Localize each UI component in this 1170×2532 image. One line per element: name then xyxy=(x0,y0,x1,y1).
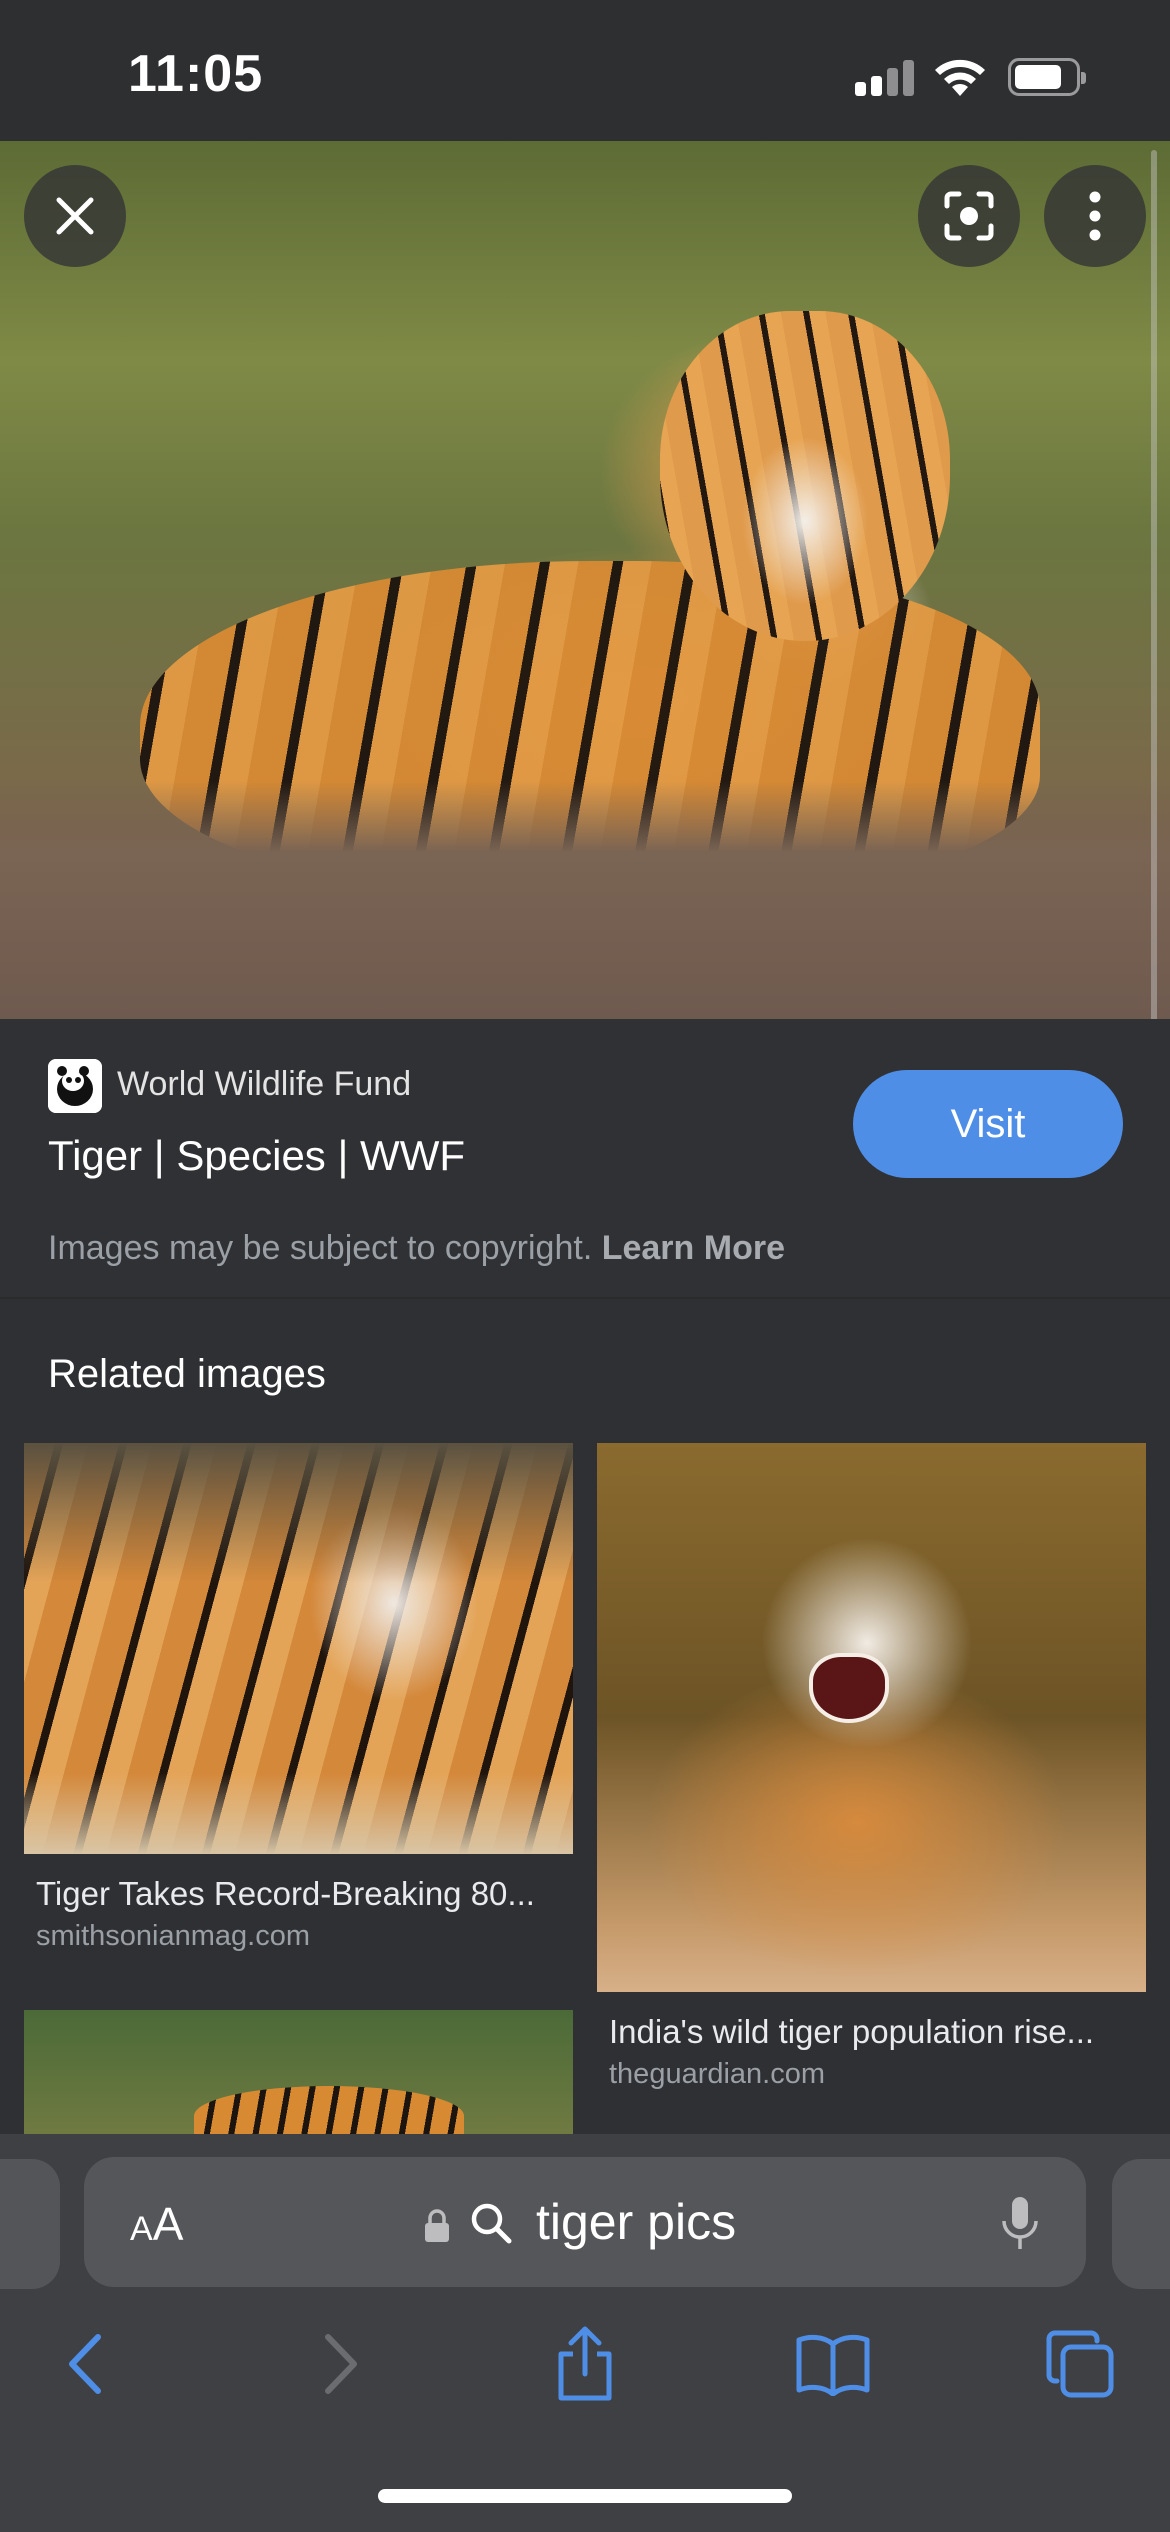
share-button[interactable] xyxy=(535,2314,635,2414)
source-site-name: World Wildlife Fund xyxy=(117,1065,412,1103)
tabs-icon xyxy=(1046,2330,1114,2398)
learn-more-link[interactable]: Learn More xyxy=(602,1229,785,1267)
address-bar[interactable]: AA tiger pics xyxy=(84,2157,1086,2287)
tabs-button[interactable] xyxy=(1030,2314,1130,2414)
microphone-icon[interactable] xyxy=(1000,2195,1040,2253)
status-time: 11:05 xyxy=(128,45,264,103)
copyright-notice: Images may be subject to copyright. Lear… xyxy=(48,1229,785,1268)
share-icon xyxy=(558,2326,612,2401)
related-image-2[interactable] xyxy=(597,1443,1146,1992)
related-image-3[interactable] xyxy=(24,2010,573,2134)
chevron-left-icon xyxy=(69,2334,101,2394)
cellular-signal-icon xyxy=(855,60,915,96)
search-icon xyxy=(471,2203,512,2244)
previous-tab-preview[interactable] xyxy=(0,2159,60,2289)
close-button[interactable] xyxy=(24,165,126,267)
related-caption-2[interactable]: India's wild tiger population rise... xyxy=(609,2013,1139,2051)
more-options-button[interactable] xyxy=(1044,165,1146,267)
status-bar: 11:05 xyxy=(0,0,1170,141)
text-size-button[interactable]: AA xyxy=(130,2197,183,2251)
book-icon xyxy=(796,2334,870,2396)
related-caption-1[interactable]: Tiger Takes Record-Breaking 80... xyxy=(36,1875,566,1913)
copyright-text: Images may be subject to copyright. xyxy=(48,1229,593,1267)
related-image-1[interactable] xyxy=(24,1443,573,1854)
wifi-icon xyxy=(935,59,985,96)
browser-toolbar: AA tiger pics xyxy=(0,2134,1170,2532)
forward-button[interactable] xyxy=(290,2314,390,2414)
back-button[interactable] xyxy=(36,2314,136,2414)
lens-icon xyxy=(944,191,994,241)
close-icon xyxy=(56,197,94,235)
visit-button[interactable]: Visit xyxy=(853,1070,1123,1178)
related-images-heading: Related images xyxy=(48,1352,326,1396)
lens-search-button[interactable] xyxy=(918,165,1020,267)
bookmarks-button[interactable] xyxy=(783,2314,883,2414)
more-vertical-icon xyxy=(1089,191,1101,241)
home-indicator[interactable] xyxy=(378,2489,792,2503)
chevron-right-icon xyxy=(325,2334,357,2394)
lock-icon xyxy=(425,2209,449,2242)
scrollbar[interactable] xyxy=(1151,150,1157,1090)
battery-icon xyxy=(1008,58,1086,96)
search-query[interactable]: tiger pics xyxy=(536,2193,736,2251)
related-domain-1: smithsonianmag.com xyxy=(36,1920,310,1952)
image-source-panel: World Wildlife Fund Tiger | Species | WW… xyxy=(0,1019,1170,1299)
wwf-panda-icon xyxy=(48,1059,102,1113)
next-tab-preview[interactable] xyxy=(1112,2159,1170,2289)
source-page-title[interactable]: Tiger | Species | WWF xyxy=(48,1132,465,1180)
related-domain-2: theguardian.com xyxy=(609,2058,826,2090)
tiger-main-image[interactable] xyxy=(0,141,1170,1019)
